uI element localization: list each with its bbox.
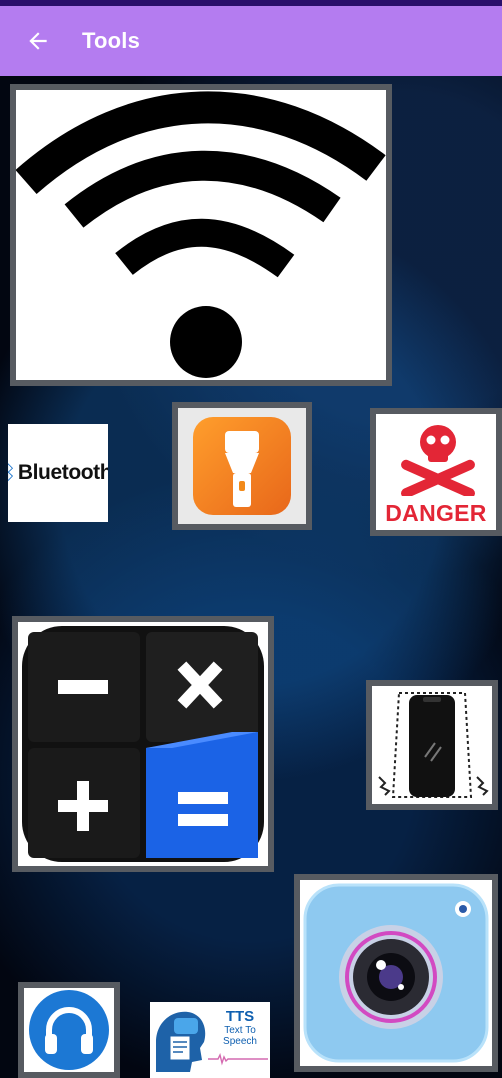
tools-background: ᛒ Bluetooth DANGER TTS Text To Speech (0, 76, 502, 1078)
camera-tool-button[interactable] (294, 874, 498, 1072)
waveform-icon (208, 1052, 268, 1066)
tts-title: TTS (225, 1008, 255, 1025)
headphones-icon (29, 990, 109, 1070)
camera-icon (303, 883, 489, 1063)
page-title: Tools (82, 28, 141, 53)
back-button[interactable] (6, 6, 70, 76)
wifi-tool-button[interactable] (10, 84, 392, 386)
arrow-left-icon (29, 32, 47, 50)
bluetooth-tool-button[interactable]: ᛒ Bluetooth (8, 424, 108, 522)
wifi-icon (16, 91, 386, 378)
calculator-tool-button[interactable] (12, 616, 274, 872)
danger-tool-button[interactable]: DANGER (370, 408, 502, 536)
phone-vibrate-icon (378, 692, 489, 798)
flashlight-tool-button[interactable] (172, 402, 312, 530)
flashlight-icon (193, 417, 291, 515)
vibrate-tool-button[interactable] (366, 680, 498, 810)
text-to-speech-icon (156, 1011, 206, 1072)
tts-tool-button[interactable]: TTS Text To Speech (150, 1002, 270, 1078)
headphones-tool-button[interactable] (18, 982, 120, 1078)
danger-label: DANGER (376, 496, 496, 530)
skull-crossbones-icon (401, 425, 475, 499)
calculator-icon (22, 626, 264, 862)
bluetooth-label: Bluetooth (17, 461, 108, 484)
bluetooth-logo-icon: ᛒ (8, 461, 16, 484)
app-bar: Tools (0, 6, 502, 76)
tts-subtitle: Text To Speech (223, 1025, 257, 1047)
